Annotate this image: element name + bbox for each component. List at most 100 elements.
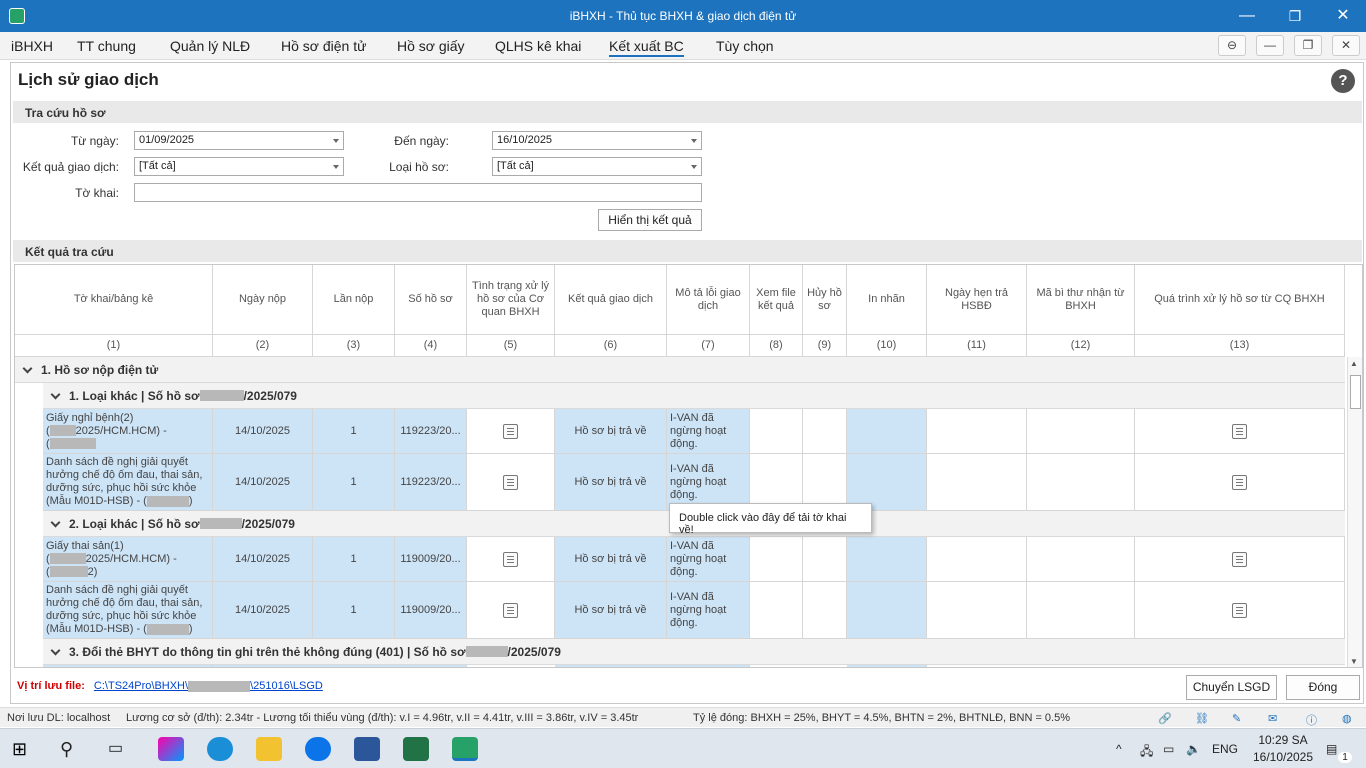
chevron-up-icon[interactable]: ^ — [1116, 742, 1122, 756]
table-cell-envelope[interactable] — [1027, 409, 1135, 454]
search-icon[interactable]: ⚲ — [60, 737, 86, 761]
table-cell-partial[interactable] — [555, 665, 750, 667]
table-cell-process[interactable] — [1135, 582, 1345, 639]
menu-quan-ly-nld[interactable]: Quản lý NLĐ — [170, 38, 250, 54]
chevron-down-icon[interactable] — [50, 645, 61, 655]
child-close-button[interactable]: ✕ — [1332, 35, 1360, 56]
table-cell-print-label[interactable] — [847, 582, 927, 639]
table-cell-error[interactable]: I-VAN đã ngừng hoạt động. — [667, 409, 750, 454]
table-cell-process[interactable] — [1135, 409, 1345, 454]
network-icon[interactable]: 🖧 — [1140, 742, 1153, 763]
save-path-link[interactable]: C:\TS24Pro\BHXH\ \251016\LSGD — [94, 680, 323, 692]
language-indicator[interactable]: ENG — [1212, 742, 1238, 756]
edge-icon[interactable] — [207, 737, 233, 761]
display-icon[interactable]: ▭ — [1163, 742, 1174, 756]
table-cell-form[interactable]: Danh sách đề nghị giải quyết hưởng chế đ… — [43, 582, 213, 639]
form-input[interactable] — [134, 183, 702, 202]
top-group-row[interactable]: 1. Hồ sơ nộp điện tử — [15, 357, 1345, 383]
menu-tuy-chon[interactable]: Tùy chọn — [716, 38, 774, 54]
table-cell-count[interactable]: 1 — [313, 537, 395, 582]
table-cell-cancel[interactable] — [803, 537, 847, 582]
table-cell-print-label[interactable] — [847, 537, 927, 582]
table-cell-status[interactable] — [467, 454, 555, 511]
chevron-down-icon[interactable] — [22, 363, 33, 373]
table-cell-envelope[interactable] — [1027, 454, 1135, 511]
table-cell-status[interactable] — [467, 537, 555, 582]
document-icon[interactable] — [1232, 602, 1247, 618]
help-icon[interactable]: ? — [1331, 69, 1355, 93]
pen-icon[interactable]: ✎ — [1232, 712, 1241, 725]
document-icon[interactable] — [503, 602, 518, 618]
file-explorer-icon[interactable] — [256, 737, 282, 761]
menu-ket-xuat-bc[interactable]: Kết xuất BC — [609, 38, 684, 57]
menu-ho-so-giay[interactable]: Hồ sơ giấy — [397, 38, 465, 54]
show-results-button[interactable]: Hiển thị kết quả — [598, 209, 702, 231]
table-cell-view-file[interactable] — [750, 409, 803, 454]
table-cell-return-date[interactable] — [927, 409, 1027, 454]
table-cell-date[interactable]: 14/10/2025 — [213, 582, 313, 639]
menu-qlhs-ke-khai[interactable]: QLHS kê khai — [495, 38, 581, 54]
table-cell-date[interactable]: 14/10/2025 — [213, 537, 313, 582]
table-cell-view-file[interactable] — [750, 537, 803, 582]
table-cell-status[interactable] — [467, 582, 555, 639]
document-icon[interactable] — [1232, 474, 1247, 490]
table-cell-process[interactable] — [1135, 454, 1345, 511]
maximize-button[interactable]: ❐ — [1277, 4, 1313, 28]
menu-ho-so-dien-tu[interactable]: Hồ sơ điện tử — [281, 38, 366, 54]
document-icon[interactable] — [503, 423, 518, 439]
collapse-icon[interactable]: ⊖ — [1218, 35, 1246, 56]
child-restore-button[interactable]: ❐ — [1294, 35, 1322, 56]
start-icon[interactable]: ⊞ — [12, 737, 38, 761]
table-cell-error[interactable]: I-VAN đã ngừng hoạt động. — [667, 537, 750, 582]
close-window-button[interactable]: ✕ — [1325, 4, 1361, 28]
result-select[interactable]: [Tất cả] — [134, 157, 344, 176]
scroll-down-icon[interactable]: ▼ — [1350, 657, 1358, 666]
table-cell-return-date[interactable] — [927, 582, 1027, 639]
table-cell-view-file[interactable] — [750, 582, 803, 639]
from-date-picker[interactable]: 01/09/2025 — [134, 131, 344, 150]
minimize-button[interactable]: — — [1229, 4, 1265, 28]
group-row[interactable]: 1. Loại khác | Số hồ sơ /2025/079 — [43, 383, 1345, 409]
link-icon[interactable]: 🔗 — [1158, 712, 1172, 725]
zalo-icon[interactable] — [305, 737, 331, 761]
table-cell-result[interactable]: Hồ sơ bị trả về — [555, 454, 667, 511]
table-cell-envelope[interactable] — [1027, 582, 1135, 639]
chain-icon[interactable]: ⛓ — [1195, 712, 1209, 725]
table-cell-form[interactable]: Giấy thai sản(1) (2025/HCM.HCM) - (2) — [43, 537, 213, 582]
table-cell-count[interactable]: 1 — [313, 454, 395, 511]
table-cell-return-date[interactable] — [927, 537, 1027, 582]
clock-time[interactable]: 10:29 SA — [1255, 733, 1311, 747]
table-cell-status[interactable] — [467, 409, 555, 454]
table-cell-partial[interactable] — [847, 665, 927, 667]
table-cell-count[interactable]: 1 — [313, 409, 395, 454]
table-cell-error[interactable]: I-VAN đã ngừng hoạt động. — [667, 582, 750, 639]
close-button[interactable]: Đóng — [1286, 675, 1360, 700]
clock-date[interactable]: 16/10/2025 — [1248, 750, 1318, 764]
table-cell-process[interactable] — [1135, 537, 1345, 582]
task-view-icon[interactable]: ▭ — [108, 737, 134, 761]
messenger-icon[interactable]: ◍ — [1342, 712, 1352, 725]
table-cell-number[interactable]: 119223/20... — [395, 454, 467, 511]
menu-ibhxh[interactable]: iBHXH — [11, 38, 53, 54]
table-cell-result[interactable]: Hồ sơ bị trả về — [555, 409, 667, 454]
type-select[interactable]: [Tất cả] — [492, 157, 702, 176]
group-row[interactable]: 3. Đổi thẻ BHYT do thông tin ghi trên th… — [43, 639, 1345, 665]
table-cell-form[interactable]: Danh sách đề nghị giải quyết hưởng chế đ… — [43, 454, 213, 511]
table-cell-number[interactable]: 119009/20... — [395, 537, 467, 582]
table-cell-return-date[interactable] — [927, 454, 1027, 511]
table-cell-date[interactable]: 14/10/2025 — [213, 409, 313, 454]
to-date-picker[interactable]: 16/10/2025 — [492, 131, 702, 150]
notification-icon[interactable]: ▤ — [1326, 742, 1337, 756]
child-minimize-button[interactable]: — — [1256, 35, 1284, 56]
scroll-thumb[interactable] — [1350, 375, 1361, 409]
mail-icon[interactable]: ✉ — [1268, 712, 1277, 725]
info-icon[interactable]: ⓘ — [1306, 712, 1317, 728]
transfer-lsgd-button[interactable]: Chuyển LSGD — [1186, 675, 1277, 700]
table-cell-cancel[interactable] — [803, 409, 847, 454]
vertical-scrollbar[interactable]: ▲ ▼ — [1347, 357, 1362, 667]
menu-tt-chung[interactable]: TT chung — [77, 38, 136, 54]
table-cell-form[interactable]: Giấy nghỉ bệnh(2) (2025/HCM.HCM) - ( — [43, 409, 213, 454]
copilot-icon[interactable] — [158, 737, 184, 761]
document-icon[interactable] — [503, 474, 518, 490]
chevron-down-icon[interactable] — [50, 517, 61, 527]
